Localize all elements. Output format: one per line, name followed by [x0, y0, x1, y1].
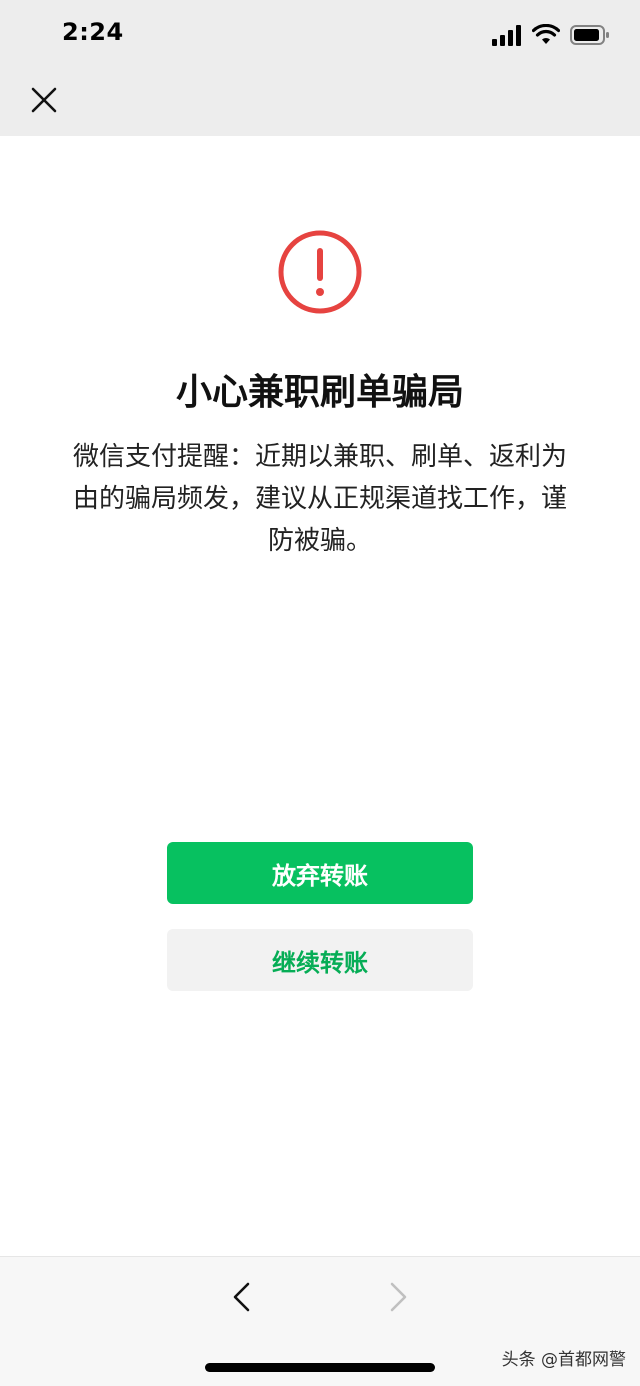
cancel-transfer-button[interactable]: 放弃转账 — [167, 842, 473, 904]
top-bar: 2:24 — [0, 0, 640, 136]
wifi-icon — [532, 24, 560, 44]
chevron-left-icon — [233, 1282, 250, 1312]
forward-button[interactable] — [378, 1277, 418, 1317]
exclamation-circle-icon — [276, 228, 364, 316]
warning-message: 微信支付提醒：近期以兼职、刷单、返利为由的骗局频发，建议从正规渠道找工作，谨防被… — [72, 442, 567, 556]
status-time: 2:24 — [62, 18, 124, 46]
status-icons — [492, 22, 610, 48]
page-title: 小心兼职刷单骗局 — [175, 372, 464, 413]
continue-transfer-button[interactable]: 继续转账 — [167, 929, 473, 991]
back-button[interactable] — [222, 1277, 262, 1317]
close-button[interactable] — [24, 80, 64, 120]
home-indicator — [205, 1363, 435, 1372]
chevron-right-icon — [390, 1282, 407, 1312]
battery-icon — [570, 25, 609, 45]
signal-icon — [492, 25, 521, 46]
close-icon — [31, 87, 57, 113]
bottom-toolbar: 头条 @首都网警 — [0, 1256, 640, 1386]
watermark: 头条 @首都网警 — [501, 1350, 626, 1370]
